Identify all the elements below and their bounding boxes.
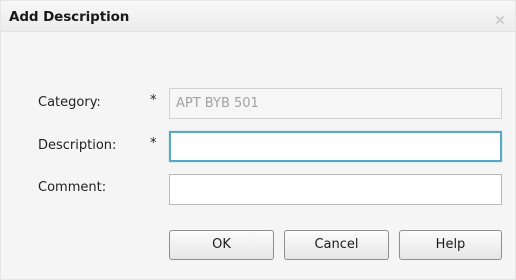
- category-label: Category:: [38, 95, 101, 110]
- ok-button[interactable]: OK: [169, 230, 274, 260]
- comment-field[interactable]: [169, 174, 502, 205]
- category-required-marker: *: [150, 93, 157, 108]
- dialog-title: Add Description: [9, 9, 130, 25]
- cancel-button[interactable]: Cancel: [284, 230, 389, 260]
- comment-label: Comment:: [38, 180, 107, 195]
- help-button[interactable]: Help: [399, 230, 502, 260]
- description-field[interactable]: [169, 131, 502, 162]
- description-required-marker: *: [150, 136, 157, 151]
- description-label: Description:: [38, 138, 117, 153]
- category-field: APT BYB 501: [169, 88, 502, 119]
- dialog-titlebar[interactable]: Add Description: [1, 1, 515, 32]
- close-icon[interactable]: [495, 10, 505, 24]
- dialog-body: Category: * APT BYB 501 Description: * C…: [1, 32, 515, 279]
- add-description-dialog: Add Description Category: * APT BYB 501 …: [0, 0, 516, 280]
